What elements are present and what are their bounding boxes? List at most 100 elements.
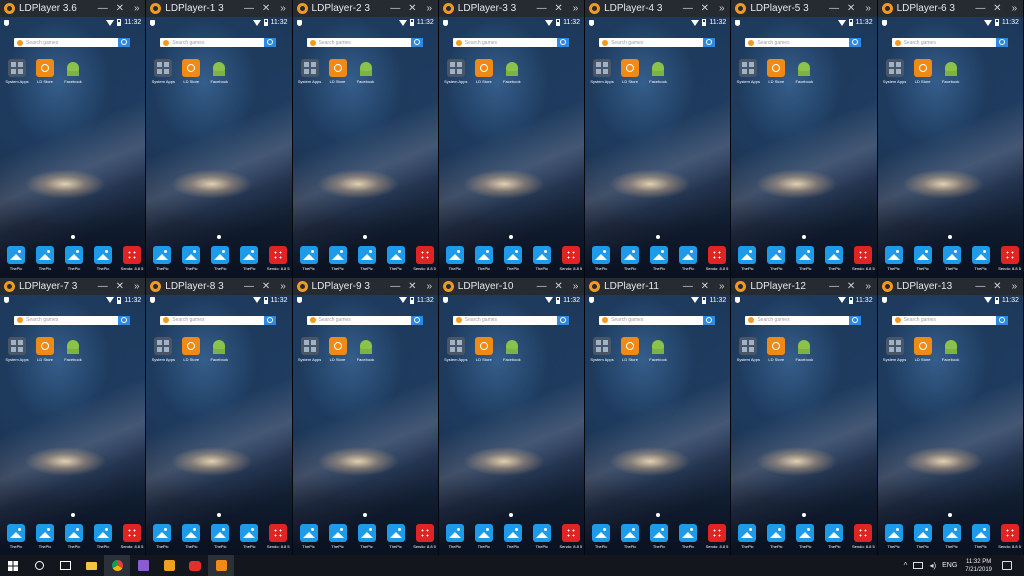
expand-toolbar-button[interactable]: » bbox=[1006, 0, 1023, 17]
dock-app-thepic[interactable]: ThePic bbox=[884, 523, 904, 549]
dock-app-sendo[interactable]: Sendo: 8.8 5 bbox=[852, 523, 875, 549]
volume-icon[interactable]: ◂) bbox=[929, 561, 936, 570]
app-ld-store[interactable]: LD Store bbox=[620, 336, 640, 362]
dock-app-thepic[interactable]: ThePic bbox=[445, 523, 465, 549]
dock-app-thepic[interactable]: ThePic bbox=[328, 523, 348, 549]
minimize-button[interactable]: — bbox=[94, 278, 111, 295]
window-titlebar[interactable]: LDPlayer-2 3 — ✕ » bbox=[292, 0, 438, 17]
search-input[interactable]: Search games bbox=[26, 40, 118, 46]
dock-app-thepic[interactable]: ThePic bbox=[328, 246, 348, 271]
app-ld-store[interactable]: LD Store bbox=[620, 59, 640, 84]
app-facebook[interactable]: Facebook bbox=[794, 337, 814, 362]
dock-app-thepic[interactable]: ThePic bbox=[445, 246, 465, 271]
android-screen[interactable]: 11:32 Search games System Apps LD Store bbox=[877, 294, 1023, 555]
dock-app-thepic[interactable]: ThePic bbox=[64, 246, 84, 271]
search-games-bar[interactable]: Search games bbox=[745, 38, 862, 47]
dock-app-sendo[interactable]: Sendo: 8.8 5 bbox=[706, 246, 728, 271]
android-screen[interactable]: 11:32 Search games System Apps LD Store bbox=[0, 17, 146, 278]
expand-toolbar-button[interactable]: » bbox=[128, 0, 145, 17]
notification-icon[interactable] bbox=[1002, 561, 1012, 570]
app-facebook[interactable]: Facebook bbox=[502, 337, 522, 362]
dock-app-thepic[interactable]: ThePic bbox=[766, 523, 786, 549]
dock-app-thepic[interactable]: ThePic bbox=[210, 246, 230, 271]
search-games-bar[interactable]: Search games bbox=[452, 38, 569, 47]
dock-app-sendo[interactable]: Sendo: 8.8 5 bbox=[706, 523, 728, 549]
search-input[interactable]: Search games bbox=[611, 40, 703, 46]
search-input[interactable]: Search games bbox=[611, 317, 703, 323]
minimize-button[interactable]: — bbox=[241, 278, 258, 295]
search-button[interactable] bbox=[703, 38, 716, 47]
search-button[interactable] bbox=[995, 38, 1008, 47]
dock-app-thepic[interactable]: ThePic bbox=[971, 523, 991, 549]
system-clock[interactable]: 11:32 PM 7/21/2019 bbox=[965, 558, 992, 574]
dock-app-thepic[interactable]: ThePic bbox=[942, 523, 962, 549]
android-screen[interactable]: 11:32 Search games System Apps LD Store bbox=[292, 17, 438, 278]
dock-app-thepic[interactable]: ThePic bbox=[591, 246, 611, 271]
search-button[interactable] bbox=[556, 38, 569, 47]
app-ld-store[interactable]: LD Store bbox=[181, 59, 201, 84]
app-facebook[interactable]: Facebook bbox=[502, 59, 522, 84]
dock-app-thepic[interactable]: ThePic bbox=[93, 246, 113, 271]
search-input[interactable]: Search games bbox=[319, 317, 411, 323]
app-facebook[interactable]: Facebook bbox=[356, 337, 376, 362]
dock-app-thepic[interactable]: ThePic bbox=[591, 523, 611, 549]
app-ld-store[interactable]: LD Store bbox=[913, 59, 933, 84]
dock-app-sendo[interactable]: Sendo: 8.8 5 bbox=[998, 246, 1021, 271]
dock-app-thepic[interactable]: ThePic bbox=[357, 523, 377, 549]
search-button[interactable] bbox=[995, 315, 1008, 325]
dock-app-thepic[interactable]: ThePic bbox=[913, 523, 933, 549]
expand-toolbar-button[interactable]: » bbox=[567, 0, 584, 17]
expand-toolbar-button[interactable]: » bbox=[275, 0, 292, 17]
search-button[interactable] bbox=[264, 38, 277, 47]
file-explorer-icon[interactable] bbox=[78, 555, 104, 576]
app-system-apps[interactable]: System Apps bbox=[444, 59, 467, 84]
app-facebook[interactable]: Facebook bbox=[63, 59, 83, 84]
dock-app-thepic[interactable]: ThePic bbox=[503, 246, 523, 271]
search-icon[interactable] bbox=[26, 555, 52, 576]
dock-app-thepic[interactable]: ThePic bbox=[474, 523, 494, 549]
dock-app-thepic[interactable]: ThePic bbox=[942, 246, 962, 271]
dock-app-thepic[interactable]: ThePic bbox=[152, 246, 172, 271]
app-system-apps[interactable]: System Apps bbox=[737, 336, 760, 362]
minimize-button[interactable]: — bbox=[387, 278, 404, 295]
close-button[interactable]: ✕ bbox=[696, 278, 713, 295]
dock-app-thepic[interactable]: ThePic bbox=[971, 246, 991, 271]
close-button[interactable]: ✕ bbox=[550, 0, 567, 17]
expand-toolbar-button[interactable]: » bbox=[860, 278, 877, 295]
expand-toolbar-button[interactable]: » bbox=[713, 0, 730, 17]
close-button[interactable]: ✕ bbox=[258, 278, 275, 295]
android-screen[interactable]: 11:32 Search games System Apps LD Store bbox=[585, 294, 731, 555]
app-facebook[interactable]: Facebook bbox=[209, 337, 229, 362]
window-titlebar[interactable]: LDPlayer-12 — ✕ » bbox=[731, 277, 877, 295]
minimize-button[interactable]: — bbox=[533, 0, 550, 17]
dock-app-sendo[interactable]: Sendo: 8.8 5 bbox=[121, 246, 143, 271]
expand-toolbar-button[interactable]: » bbox=[275, 278, 292, 295]
minimize-button[interactable]: — bbox=[972, 278, 989, 295]
dock-app-thepic[interactable]: ThePic bbox=[64, 523, 84, 549]
dock-app-thepic[interactable]: ThePic bbox=[737, 523, 757, 549]
search-input[interactable]: Search games bbox=[465, 40, 557, 46]
chrome-icon[interactable] bbox=[104, 555, 130, 576]
window-titlebar[interactable]: LDPlayer-7 3 — ✕ » bbox=[0, 277, 146, 295]
app-system-apps[interactable]: System Apps bbox=[590, 59, 614, 84]
window-titlebar[interactable]: LDPlayer-9 3 — ✕ » bbox=[292, 277, 438, 295]
app-ld-store[interactable]: LD Store bbox=[328, 336, 348, 362]
android-screen[interactable]: 11:32 Search games System Apps LD Store bbox=[0, 294, 146, 555]
minimize-button[interactable]: — bbox=[679, 278, 696, 295]
search-input[interactable]: Search games bbox=[465, 317, 557, 323]
android-screen[interactable]: 11:32 Search games System Apps LD Store bbox=[146, 294, 292, 555]
search-input[interactable]: Search games bbox=[904, 40, 996, 46]
window-titlebar[interactable]: LDPlayer-10 — ✕ » bbox=[438, 277, 585, 295]
expand-toolbar-button[interactable]: » bbox=[421, 278, 438, 295]
dock-app-thepic[interactable]: ThePic bbox=[6, 523, 26, 549]
task-view-icon[interactable] bbox=[52, 555, 78, 576]
dock-app-sendo[interactable]: Sendo: 8.8 5 bbox=[121, 523, 143, 549]
app-system-apps[interactable]: System Apps bbox=[152, 59, 175, 84]
close-button[interactable]: ✕ bbox=[111, 278, 128, 295]
search-input[interactable]: Search games bbox=[319, 40, 411, 46]
search-input[interactable]: Search games bbox=[757, 317, 849, 323]
minimize-button[interactable]: — bbox=[679, 0, 696, 17]
android-screen[interactable]: 11:32 Search games System Apps LD Store bbox=[585, 17, 731, 278]
minimize-button[interactable]: — bbox=[972, 0, 989, 17]
app-ld-store[interactable]: LD Store bbox=[766, 336, 786, 362]
